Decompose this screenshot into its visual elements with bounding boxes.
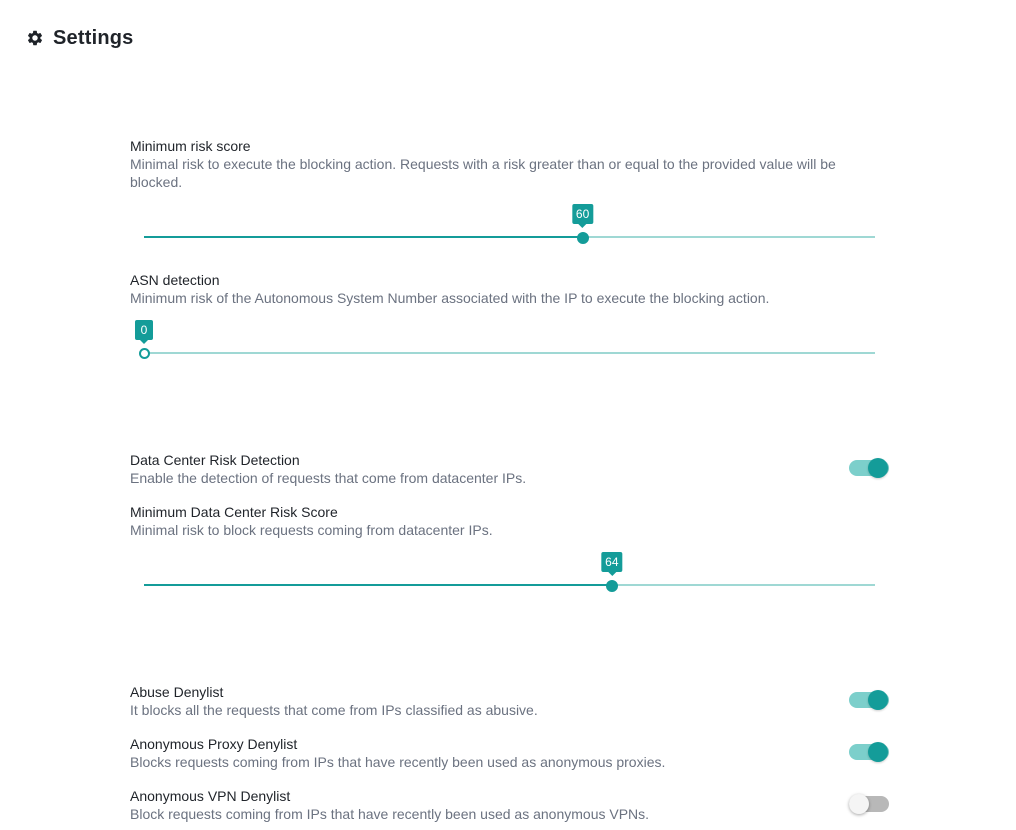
abuse-toggle[interactable] [849, 689, 889, 711]
toggle-knob [868, 458, 888, 478]
setting-abuse: Abuse Denylist It blocks all the request… [130, 683, 890, 719]
setting-asn: ASN detection Minimum risk of the Autono… [130, 271, 890, 307]
slider-thumb[interactable] [138, 348, 150, 359]
setting-description: Minimum risk of the Autonomous System Nu… [130, 290, 770, 306]
setting-label: Anonymous VPN Denylist [130, 788, 291, 804]
slider-fill [144, 584, 612, 586]
slider-fill [144, 236, 583, 238]
page-header: Settings [26, 24, 134, 52]
slider-track[interactable] [144, 352, 875, 354]
setting-label: Minimum Data Center Risk Score [130, 504, 338, 520]
min-datacenter-slider[interactable]: 64 [144, 552, 875, 600]
min-risk-slider[interactable]: 60 [144, 204, 875, 252]
setting-vpn: Anonymous VPN Denylist Block requests co… [130, 787, 890, 823]
setting-description: It blocks all the requests that come fro… [130, 702, 538, 718]
toggle-knob [868, 690, 888, 710]
setting-label: Anonymous Proxy Denylist [130, 736, 298, 752]
setting-description: Block requests coming from IPs that have… [130, 806, 650, 822]
page-title: Settings [53, 26, 134, 49]
setting-label: Abuse Denylist [130, 684, 224, 700]
gear-icon [26, 29, 44, 47]
toggle-knob [868, 742, 888, 762]
vpn-toggle[interactable] [849, 793, 889, 815]
setting-description: Blocks requests coming from IPs that hav… [130, 754, 666, 770]
setting-description: Minimal risk to execute the blocking act… [130, 156, 836, 190]
setting-description: Enable the detection of requests that co… [130, 470, 527, 486]
slider-thumb[interactable] [605, 580, 618, 592]
slider-value-badge: 64 [601, 552, 623, 576]
setting-label: Data Center Risk Detection [130, 452, 300, 468]
slider-value-badge: 60 [571, 204, 594, 228]
setting-description: Minimal risk to block requests coming fr… [130, 522, 493, 538]
datacenter-toggle[interactable] [849, 457, 889, 479]
setting-min-risk: Minimum risk score Minimal risk to execu… [130, 137, 890, 191]
setting-label: Minimum risk score [130, 138, 251, 154]
slider-thumb[interactable] [576, 232, 589, 244]
setting-min-datacenter: Minimum Data Center Risk Score Minimal r… [130, 503, 890, 539]
setting-proxy: Anonymous Proxy Denylist Blocks requests… [130, 735, 890, 771]
asn-slider[interactable]: 0 [135, 320, 875, 368]
setting-datacenter: Data Center Risk Detection Enable the de… [130, 451, 890, 487]
proxy-toggle[interactable] [849, 741, 889, 763]
toggle-knob [849, 794, 869, 814]
setting-label: ASN detection [130, 272, 220, 288]
slider-value-badge: 0 [135, 320, 153, 344]
